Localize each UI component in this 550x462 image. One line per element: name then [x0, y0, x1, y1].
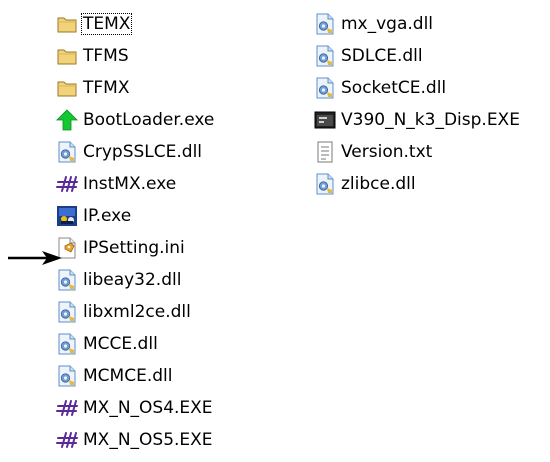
- dll-icon: [56, 141, 78, 163]
- file-item-libeay32[interactable]: libeay32.dll: [56, 264, 215, 296]
- file-item-crypsslce[interactable]: CrypSSLCE.dll: [56, 136, 215, 168]
- file-item-libxml2ce[interactable]: libxml2ce.dll: [56, 296, 215, 328]
- file-item-socketce[interactable]: SocketCE.dll: [314, 72, 521, 104]
- file-item-mx-n-os4[interactable]: MX_N_OS4.EXE: [56, 392, 215, 424]
- file-item-bootloader[interactable]: BootLoader.exe: [56, 104, 215, 136]
- file-name: MX_N_OS5.EXE: [83, 430, 213, 450]
- purple-hash-icon: [56, 429, 78, 451]
- file-name: libxml2ce.dll: [83, 302, 191, 322]
- file-column-right: mx_vga.dll SDLCE.dll SocketCE.dll V390_N…: [314, 8, 521, 200]
- file-name: CrypSSLCE.dll: [83, 142, 203, 162]
- file-item-instmx[interactable]: InstMX.exe: [56, 168, 215, 200]
- file-name: libeay32.dll: [83, 270, 182, 290]
- green-up-arrow-icon: [56, 109, 78, 131]
- file-item-v390-disp[interactable]: V390_N_k3_Disp.EXE: [314, 104, 521, 136]
- dll-icon: [314, 77, 336, 99]
- file-item-mcmce[interactable]: MCMCE.dll: [56, 360, 215, 392]
- file-column-left: TEMX TFMS TFMX BootLoader.exe CrypSSLCE.…: [56, 8, 215, 456]
- console-exe-icon: [314, 109, 336, 131]
- file-item-mx-n-os5[interactable]: MX_N_OS5.EXE: [56, 424, 215, 456]
- file-name: SDLCE.dll: [341, 46, 423, 66]
- file-name: zlibce.dll: [341, 174, 416, 194]
- dll-icon: [56, 333, 78, 355]
- dll-icon: [56, 269, 78, 291]
- file-name: MX_N_OS4.EXE: [83, 398, 213, 418]
- file-name: MCMCE.dll: [83, 366, 173, 386]
- file-item-ip[interactable]: IP.exe: [56, 200, 215, 232]
- file-item-ipsetting[interactable]: IPSetting.ini: [56, 232, 215, 264]
- file-item-mcce[interactable]: MCCE.dll: [56, 328, 215, 360]
- file-name: InstMX.exe: [83, 174, 177, 194]
- folder-icon: [56, 13, 78, 35]
- folder-icon: [56, 77, 78, 99]
- dll-icon: [314, 45, 336, 67]
- file-item-tfmx[interactable]: TFMX: [56, 72, 215, 104]
- text-file-icon: [314, 141, 336, 163]
- file-item-tfms[interactable]: TFMS: [56, 40, 215, 72]
- file-name: MCCE.dll: [83, 334, 158, 354]
- file-name: Version.txt: [341, 142, 433, 162]
- file-name: TFMX: [83, 78, 130, 98]
- file-name: IPSetting.ini: [83, 238, 185, 258]
- file-name: BootLoader.exe: [83, 110, 215, 130]
- file-name: TEMX: [80, 13, 133, 35]
- file-item-zlibce[interactable]: zlibce.dll: [314, 168, 521, 200]
- dll-icon: [314, 13, 336, 35]
- file-item-sdlce[interactable]: SDLCE.dll: [314, 40, 521, 72]
- purple-hash-icon: [56, 173, 78, 195]
- folder-icon: [56, 45, 78, 67]
- file-name: V390_N_k3_Disp.EXE: [341, 110, 520, 130]
- dll-icon: [56, 365, 78, 387]
- file-item-mx-vga[interactable]: mx_vga.dll: [314, 8, 521, 40]
- file-name: TFMS: [83, 46, 129, 66]
- file-item-temx[interactable]: TEMX: [56, 8, 215, 40]
- file-item-version[interactable]: Version.txt: [314, 136, 521, 168]
- dll-icon: [314, 173, 336, 195]
- file-name: SocketCE.dll: [341, 78, 447, 98]
- pointer-arrow-icon: [8, 251, 62, 265]
- purple-hash-icon: [56, 397, 78, 419]
- file-name: IP.exe: [83, 206, 132, 226]
- file-name: mx_vga.dll: [341, 14, 434, 34]
- app-icon: [56, 205, 78, 227]
- dll-icon: [56, 301, 78, 323]
